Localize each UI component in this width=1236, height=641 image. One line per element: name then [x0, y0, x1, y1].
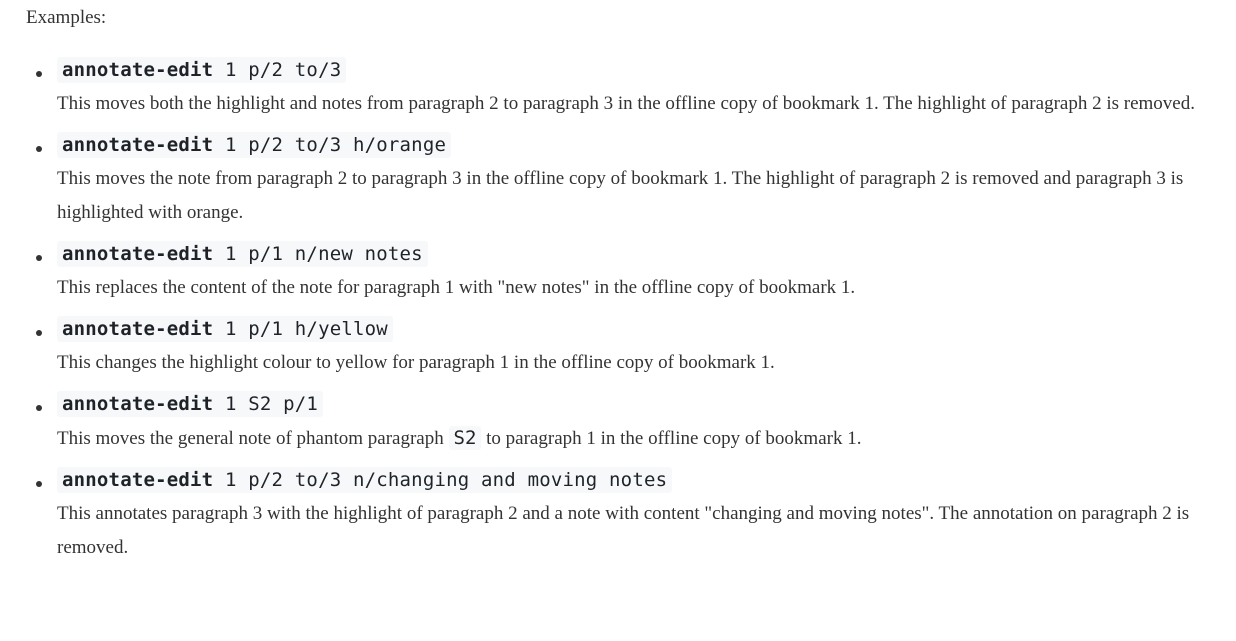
command-keyword: annotate-edit [62, 318, 214, 340]
command-code: annotate-edit 1 p/1 h/yellow [57, 316, 393, 342]
page: Examples: annotate-edit 1 p/2 to/3 This … [0, 0, 1236, 641]
command-keyword: annotate-edit [62, 134, 214, 156]
examples-heading: Examples: [26, 7, 107, 28]
list-item: annotate-edit 1 p/1 h/yellow This change… [26, 316, 1227, 380]
example-description: This replaces the content of the note fo… [57, 277, 856, 298]
command-args: 1 p/2 to/3 n/changing and moving notes [213, 469, 668, 491]
command-args: 1 S2 p/1 [213, 393, 319, 415]
command-code: annotate-edit 1 p/2 to/3 [57, 57, 347, 83]
command-args: 1 p/1 h/yellow [213, 318, 388, 340]
command-keyword: annotate-edit [62, 243, 214, 265]
example-description: This annotates paragraph 3 with the high… [57, 503, 1190, 558]
example-description: This moves the general note of phantom p… [57, 421, 1227, 456]
description-text-after: to paragraph 1 in the offline copy of bo… [481, 428, 862, 449]
command-args: 1 p/1 n/new notes [213, 243, 423, 265]
list-item: annotate-edit 1 p/2 to/3 This moves both… [26, 57, 1227, 121]
example-description: This moves the note from paragraph 2 to … [57, 168, 1184, 223]
command-keyword: annotate-edit [62, 393, 214, 415]
command-keyword: annotate-edit [62, 469, 214, 491]
list-item: annotate-edit 1 p/2 to/3 n/changing and … [26, 467, 1227, 565]
examples-list: annotate-edit 1 p/2 to/3 This moves both… [26, 57, 1236, 565]
list-item: annotate-edit 1 S2 p/1 This moves the ge… [26, 391, 1227, 456]
example-description: This moves both the highlight and notes … [57, 93, 1195, 114]
description-text-before: This moves the general note of phantom p… [57, 428, 449, 449]
command-args: 1 p/2 to/3 [213, 59, 342, 81]
example-description: This changes the highlight colour to yel… [57, 352, 775, 373]
inline-code: S2 [448, 426, 482, 450]
list-item: annotate-edit 1 p/1 n/new notes This rep… [26, 241, 1227, 305]
list-item: annotate-edit 1 p/2 to/3 h/orange This m… [26, 132, 1227, 230]
command-code: annotate-edit 1 p/2 to/3 h/orange [57, 132, 452, 158]
command-code: annotate-edit 1 p/2 to/3 n/changing and … [57, 467, 673, 493]
command-keyword: annotate-edit [62, 59, 214, 81]
command-code: annotate-edit 1 p/1 n/new notes [57, 241, 428, 267]
command-code: annotate-edit 1 S2 p/1 [57, 391, 324, 417]
command-args: 1 p/2 to/3 h/orange [213, 134, 447, 156]
